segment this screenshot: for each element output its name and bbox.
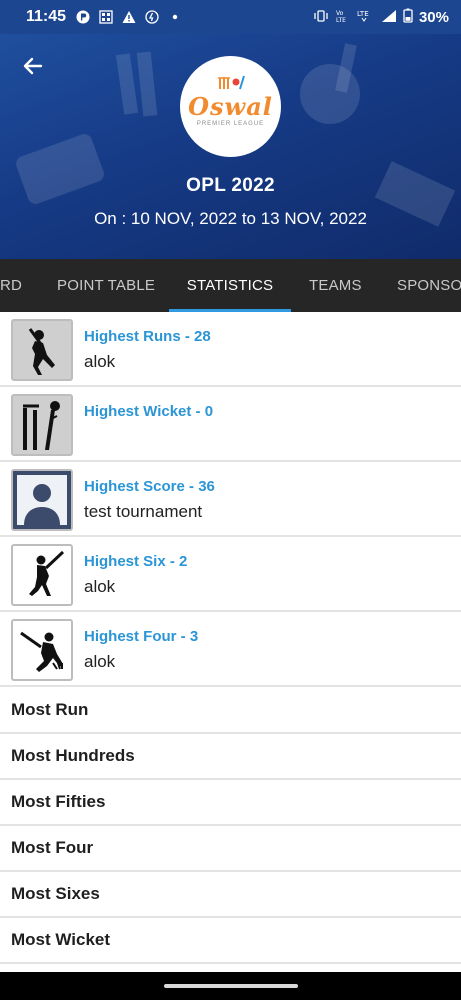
tournament-dates: On : 10 NOV, 2022 to 13 NOV, 2022 <box>94 209 367 228</box>
stat-player: alok <box>84 652 116 671</box>
four-hitter-icon <box>11 619 73 681</box>
tab-label: TEAMS <box>309 277 362 294</box>
stat-player: alok <box>84 352 116 371</box>
most-wicket-item[interactable]: Most Wicket <box>0 918 461 964</box>
signal-icon <box>381 9 397 26</box>
most-sixes-item[interactable]: Most Sixes <box>0 872 461 918</box>
status-time: 11:45 <box>26 8 67 25</box>
most-label: Most Wicket <box>11 930 111 949</box>
tab-label: POINT TABLE <box>57 277 156 294</box>
status-bar: 11:45 Vo LTE LTE 30% <box>0 0 461 34</box>
stumps-logo-icon <box>218 75 245 90</box>
tab-label: SPONSOR <box>397 277 461 294</box>
clock-icon <box>145 10 159 24</box>
app-icon <box>76 10 90 24</box>
logo-wordmark: Oswal <box>188 91 273 121</box>
lte-icon: LTE <box>357 9 375 26</box>
volte-icon: Vo LTE <box>335 9 351 26</box>
most-label: Most Sixes <box>11 884 100 903</box>
user-placeholder-icon <box>11 469 73 531</box>
most-fifties-item[interactable]: Most Fifties <box>0 780 461 826</box>
tab-label: RD <box>0 277 23 294</box>
most-four-item[interactable]: Most Four <box>0 826 461 872</box>
tab-point-table[interactable]: POINT TABLE <box>57 259 155 312</box>
logo-subtitle: PREMIER LEAGUE <box>196 120 265 127</box>
arrow-left-icon <box>23 57 43 75</box>
most-label: Most Run <box>11 700 89 719</box>
grid-icon <box>99 10 113 24</box>
tab-scoreboard[interactable]: RD <box>0 259 22 312</box>
svg-text:LTE: LTE <box>336 17 346 23</box>
tab-sponsors[interactable]: SPONSOR <box>397 259 461 312</box>
tournament-logo: Oswal PREMIER LEAGUE <box>180 56 281 157</box>
battery-icon <box>403 8 413 26</box>
most-hundreds-item[interactable]: Most Hundreds <box>0 734 461 780</box>
tab-statistics[interactable]: STATISTICS <box>169 259 291 312</box>
svg-text:LTE: LTE <box>357 10 369 18</box>
stat-highest-six[interactable]: Highest Six - 2 alok <box>0 537 461 612</box>
stat-title: Highest Four - 3 <box>84 628 199 645</box>
most-label: Most Fifties <box>11 792 106 811</box>
most-label: Most Hundreds <box>11 746 135 765</box>
tournament-header: Oswal PREMIER LEAGUE OPL 2022 On : 10 NO… <box>0 34 461 259</box>
stat-title: Highest Wicket - 0 <box>84 403 214 420</box>
banner-decoration <box>115 53 139 115</box>
battery-percent: 30% <box>418 8 449 26</box>
svg-text:Vo: Vo <box>336 10 344 17</box>
most-run-item[interactable]: Most Run <box>0 688 461 734</box>
home-gesture-handle[interactable] <box>164 984 298 988</box>
tournament-title: OPL 2022 <box>186 175 275 196</box>
vibrate-icon <box>313 9 329 26</box>
stat-player: alok <box>84 577 116 596</box>
stat-player: test tournament <box>84 502 203 521</box>
stat-highest-runs[interactable]: Highest Runs - 28 alok <box>0 312 461 387</box>
back-button[interactable] <box>18 52 46 80</box>
stat-title: Highest Runs - 28 <box>84 328 211 345</box>
warning-icon <box>122 10 136 24</box>
stat-highest-wicket[interactable]: Highest Wicket - 0 <box>0 387 461 462</box>
stat-title: Highest Six - 2 <box>84 553 188 570</box>
most-label: Most Four <box>11 838 94 857</box>
stat-highest-four[interactable]: Highest Four - 3 alok <box>0 612 461 687</box>
six-hitter-icon <box>11 544 73 606</box>
tab-bar: RD POINT TABLE STATISTICS TEAMS SPONSOR <box>0 259 461 312</box>
banner-decoration <box>136 51 158 117</box>
stat-title: Highest Score - 36 <box>84 478 215 495</box>
dot-icon <box>168 10 182 24</box>
batsman-icon <box>11 319 73 381</box>
wickets-icon <box>11 394 73 456</box>
tab-label: STATISTICS <box>186 277 274 294</box>
stat-highest-score[interactable]: Highest Score - 36 test tournament <box>0 462 461 537</box>
tab-teams[interactable]: TEAMS <box>309 259 362 312</box>
system-nav-bar <box>0 972 461 1000</box>
